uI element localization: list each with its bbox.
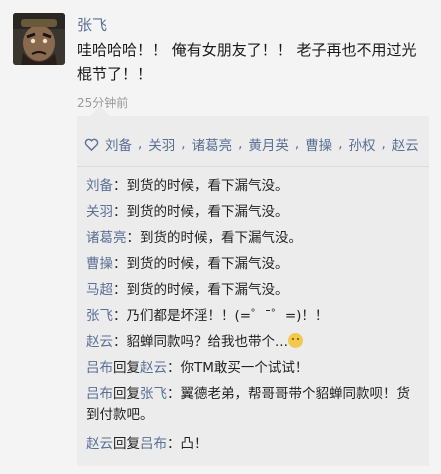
colon: ： [113,256,127,272]
blushing-emoji-icon [287,333,303,348]
comment-author[interactable]: 诸葛亮 [86,230,127,246]
post-author[interactable]: 张飞 [77,14,107,35]
like-separator: , [381,136,386,152]
comment-author[interactable]: 赵云 [86,436,113,452]
comment-author[interactable]: 关羽 [86,204,113,220]
colon: ： [113,204,127,220]
comment-author[interactable]: 刘备 [86,178,113,194]
like-name[interactable]: 刘备 [105,134,132,154]
comment-text: 你TM敢买一个试试！ [180,360,309,376]
like-separator: , [138,136,143,152]
comment-author[interactable]: 吕布 [86,386,113,402]
comment[interactable]: 马超：到货的时候，看下漏气没。 [86,280,422,301]
reply-label: 回复 [113,386,140,402]
like-name[interactable]: 诸葛亮 [192,134,233,154]
comment-author[interactable]: 吕布 [86,360,113,376]
comment-text: 凸！ [180,436,208,452]
panel-divider [77,166,429,167]
comment[interactable]: 曹操：到货的时候，看下漏气没。 [86,254,422,275]
reply-target[interactable]: 赵云 [140,360,167,376]
colon: ： [113,282,127,298]
colon: ： [113,308,127,324]
comment[interactable]: 刘备：到货的时候，看下漏气没。 [86,176,422,197]
comment-text: 到货的时候，看下漏气没。 [126,204,289,220]
comment[interactable]: 诸葛亮：到货的时候，看下漏气没。 [86,228,422,249]
likes-row: 刘备, 关羽, 诸葛亮, 黄月英, 曹操, 孙权, 赵云 [84,134,419,154]
like-separator: , [238,136,243,152]
reply-label: 回复 [113,360,140,376]
avatar-portrait-icon [13,13,65,65]
like-separator: , [294,136,300,152]
comment-author[interactable]: 赵云 [86,334,113,350]
like-name[interactable]: 赵云 [392,134,419,154]
comment[interactable]: 吕布回复赵云：你TM敢买一个试试！ [86,358,422,379]
comment-author[interactable]: 曹操 [86,256,113,272]
comment-text: 貂蝉同款吗？给我也带个... [126,334,288,350]
colon: ： [126,230,141,246]
comment-text: 乃们都是坏淫！！(=゜ˉ゜=)！！ [126,308,329,324]
like-name[interactable]: 曹操 [305,134,332,154]
comment-text: 到货的时候，看下漏气没。 [126,178,289,194]
reply-target[interactable]: 张飞 [140,386,167,402]
colon: ： [113,178,127,194]
colon: ： [167,360,181,376]
comment[interactable]: 吕布回复张飞：翼德老弟，帮哥哥带个貂蝉同款呗！货到付款吧。 [86,384,422,426]
like-name[interactable]: 黄月英 [248,134,289,154]
comment[interactable]: 张飞：乃们都是坏淫！！(=゜ˉ゜=)！！ [86,306,422,327]
like-name[interactable]: 关羽 [148,134,175,154]
comment-text: 到货的时候，看下漏气没。 [140,230,302,246]
comment[interactable]: 关羽：到货的时候，看下漏气没。 [86,202,422,223]
like-name[interactable]: 孙权 [348,134,375,154]
like-separator: , [181,136,186,152]
colon: ： [167,436,181,452]
comment[interactable]: 赵云回复吕布：凸！ [86,434,422,455]
avatar[interactable] [13,13,65,65]
comment-text: 到货的时候，看下漏气没。 [126,282,289,298]
comment[interactable]: 赵云：貂蝉同款吗？给我也带个... [86,332,422,353]
post-text: 哇哈哈哈！！ 俺有女朋友了！！ 老子再也不用过光棍节了！！ [77,41,417,83]
panel-caret [90,106,110,116]
comment-author[interactable]: 马超 [86,282,113,298]
colon: ： [113,334,127,350]
like-separator: , [338,136,343,152]
comment-author[interactable]: 张飞 [86,308,113,324]
colon: ： [167,386,181,402]
comment-text: 到货的时候，看下漏气没。 [126,256,289,272]
reply-target[interactable]: 吕布 [140,436,167,452]
reply-label: 回复 [113,436,140,452]
heart-outline-icon [84,138,99,151]
